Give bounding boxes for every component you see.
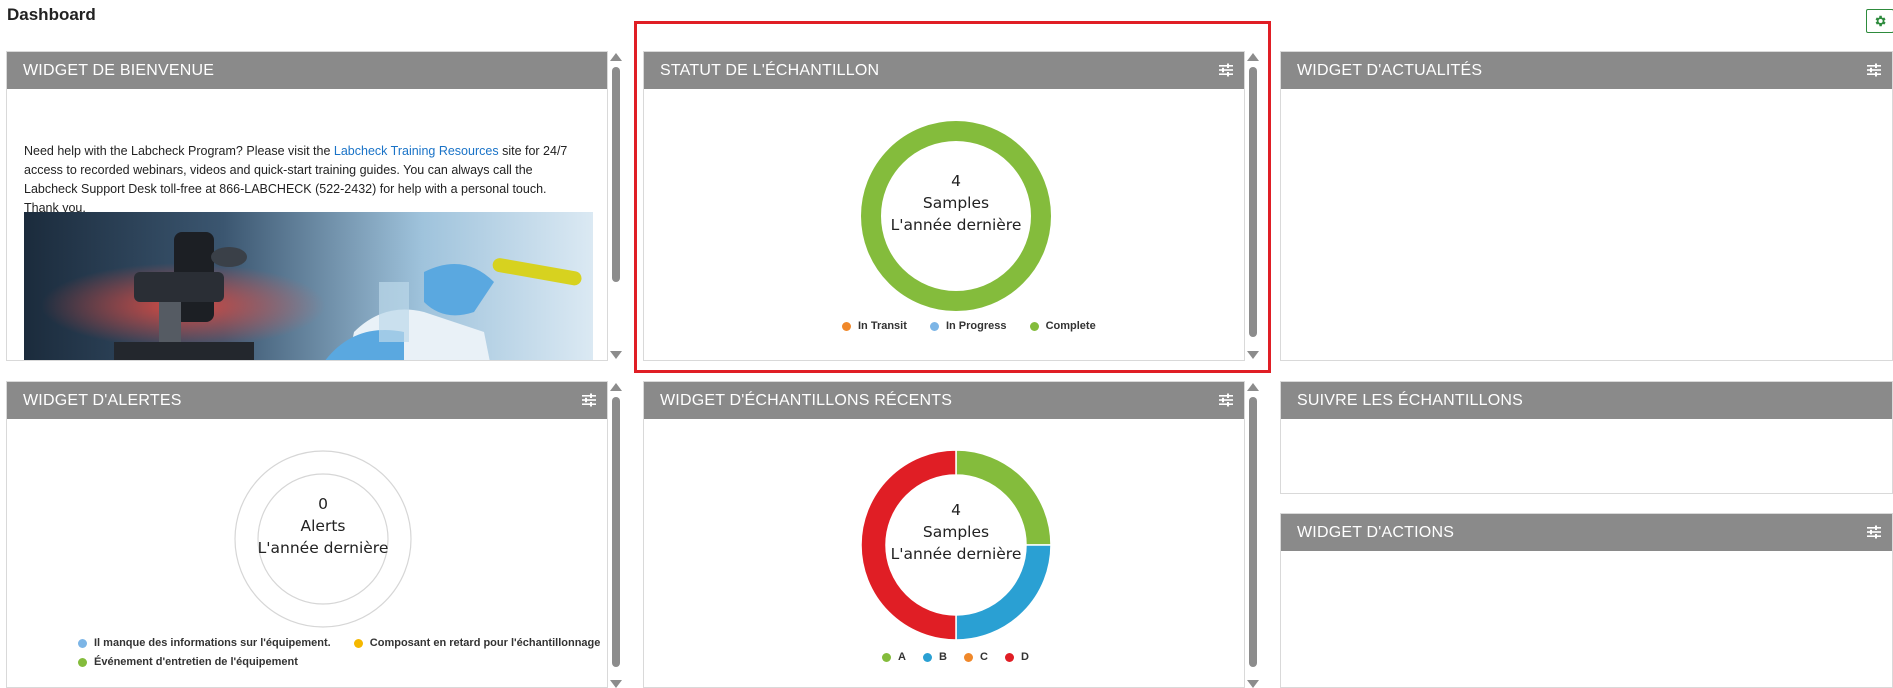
legend-item-b[interactable]: B	[923, 651, 947, 663]
donut-unit: Samples	[922, 523, 990, 541]
widget-title: WIDGET D'ÉCHANTILLONS RÉCENTS	[660, 392, 953, 409]
welcome-widget: WIDGET DE BIENVENUE Need help with the L…	[6, 51, 608, 361]
legend-item-in-progress[interactable]: In Progress	[929, 320, 1007, 332]
alerts-widget: WIDGET D'ALERTES 0 Alerts L'année derniè…	[6, 381, 608, 688]
widget-header: WIDGET DE BIENVENUE	[7, 52, 607, 89]
widget-header: WIDGET D'ACTIONS	[1281, 514, 1892, 551]
gear-icon	[1875, 15, 1886, 27]
sliders-icon[interactable]	[1866, 63, 1882, 77]
donut-count: 4	[951, 501, 961, 519]
donut-count: 0	[318, 495, 328, 513]
widget-header: WIDGET D'ÉCHANTILLONS RÉCENTS	[644, 382, 1244, 419]
sliders-icon[interactable]	[1218, 393, 1234, 407]
sliders-icon[interactable]	[1218, 63, 1234, 77]
legend-item-missing-info[interactable]: Il manque des informations sur l'équipem…	[78, 635, 331, 652]
legend-item-in-transit[interactable]: In Transit	[842, 320, 907, 332]
widget-header: SUIVRE LES ÉCHANTILLONS	[1281, 382, 1892, 419]
alerts-donut: 0 Alerts L'année dernière	[234, 450, 412, 628]
scrollbar[interactable]	[1246, 53, 1260, 359]
scroll-down-arrow[interactable]	[1247, 351, 1259, 359]
legend-label: Événement d'entretien de l'équipement	[94, 656, 298, 668]
donut-unit: Samples	[922, 194, 990, 212]
welcome-message: Need help with the Labcheck Program? Ple…	[24, 142, 584, 218]
donut-period: L'année dernière	[257, 539, 389, 557]
legend-label: Composant en retard pour l'échantillonna…	[369, 637, 601, 649]
chart-legend: In Transit In Progress Complete	[842, 320, 1116, 334]
welcome-text-start: Need help with the Labcheck Program? Ple…	[24, 144, 334, 158]
widget-title: STATUT DE L'ÉCHANTILLON	[660, 62, 880, 79]
scrollbar[interactable]	[609, 383, 623, 688]
widget-title: WIDGET D'ACTUALITÉS	[1297, 62, 1483, 79]
legend-item-late-component[interactable]: Composant en retard pour l'échantillonna…	[353, 635, 601, 652]
legend-label: A	[898, 651, 906, 663]
widget-title: SUIVRE LES ÉCHANTILLONS	[1297, 392, 1523, 409]
legend-label: C	[980, 651, 988, 663]
scrollbar-thumb[interactable]	[1249, 67, 1257, 337]
legend-item-complete[interactable]: Complete	[1029, 320, 1096, 332]
page-title: Dashboard	[7, 5, 96, 24]
chart-legend: A B C D	[882, 651, 1029, 665]
scroll-down-arrow[interactable]	[1247, 680, 1259, 688]
legend-label: D	[1021, 651, 1029, 663]
widget-header: WIDGET D'ALERTES	[7, 382, 607, 419]
legend-item-d[interactable]: D	[1005, 651, 1029, 663]
sample-status-widget: STATUT DE L'ÉCHANTILLON 4 Samples L'anné…	[643, 51, 1245, 361]
lab-photo	[24, 212, 593, 360]
legend-item-a[interactable]: A	[882, 651, 906, 663]
track-samples-widget: SUIVRE LES ÉCHANTILLONS	[1280, 381, 1893, 494]
donut-unit: Alerts	[300, 517, 346, 535]
scrollbar-thumb[interactable]	[612, 67, 620, 282]
legend-label: In Transit	[858, 320, 907, 332]
donut-count: 4	[951, 172, 961, 190]
sliders-icon[interactable]	[581, 393, 597, 407]
sliders-icon[interactable]	[1866, 525, 1882, 539]
scroll-down-arrow[interactable]	[610, 351, 622, 359]
scroll-up-arrow[interactable]	[1247, 383, 1259, 391]
legend-label: Complete	[1045, 320, 1096, 332]
scroll-down-arrow[interactable]	[610, 680, 622, 688]
legend-label: B	[939, 651, 947, 663]
settings-button[interactable]	[1866, 9, 1893, 33]
sample-status-donut: 4 Samples L'année dernière	[861, 121, 1051, 311]
recent-samples-donut: 4 Samples L'année dernière	[860, 449, 1052, 641]
scroll-up-arrow[interactable]	[610, 383, 622, 391]
scroll-up-arrow[interactable]	[1247, 53, 1259, 61]
training-resources-link[interactable]: Labcheck Training Resources	[334, 144, 499, 158]
widget-title: WIDGET D'ACTIONS	[1297, 524, 1455, 541]
donut-period: L'année dernière	[890, 545, 1022, 563]
scrollbar[interactable]	[1246, 383, 1260, 688]
chart-legend: Il manque des informations sur l'équipem…	[78, 635, 607, 673]
legend-label: In Progress	[945, 320, 1007, 332]
legend-item-c[interactable]: C	[964, 651, 988, 663]
legend-item-maintenance[interactable]: Événement d'entretien de l'équipement	[78, 654, 298, 671]
legend-label: Il manque des informations sur l'équipem…	[94, 637, 331, 649]
donut-period: L'année dernière	[890, 216, 1022, 234]
widget-title: WIDGET D'ALERTES	[23, 392, 182, 409]
scrollbar-thumb[interactable]	[1249, 397, 1257, 667]
scrollbar[interactable]	[609, 53, 623, 359]
widget-title: WIDGET DE BIENVENUE	[23, 62, 215, 79]
scroll-up-arrow[interactable]	[610, 53, 622, 61]
widget-header: STATUT DE L'ÉCHANTILLON	[644, 52, 1244, 89]
scrollbar-thumb[interactable]	[612, 397, 620, 667]
news-widget: WIDGET D'ACTUALITÉS	[1280, 51, 1893, 361]
recent-samples-widget: WIDGET D'ÉCHANTILLONS RÉCENTS 4 Samples …	[643, 381, 1245, 688]
actions-widget: WIDGET D'ACTIONS	[1280, 513, 1893, 688]
widget-header: WIDGET D'ACTUALITÉS	[1281, 52, 1892, 89]
